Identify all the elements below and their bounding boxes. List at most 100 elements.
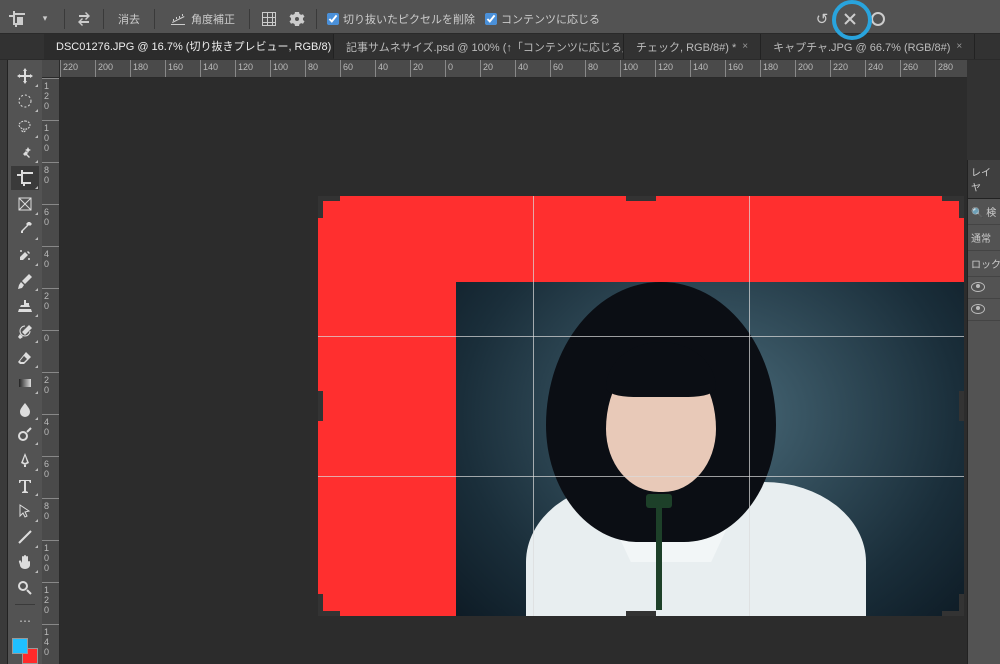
edit-toolbar-icon[interactable]: ⋯ [11, 609, 39, 633]
ratio-dropdown-icon[interactable]: ▾ [36, 10, 54, 28]
collapsed-panel-strip[interactable] [0, 60, 8, 664]
layer-row[interactable] [968, 277, 1000, 299]
crop-settings-gear-icon[interactable] [288, 10, 306, 28]
move-tool[interactable] [11, 64, 39, 88]
crop-handle-tr[interactable] [959, 196, 964, 218]
cancel-crop-icon[interactable] [841, 10, 859, 28]
crop-tool-indicator-icon[interactable] [8, 10, 26, 28]
ruler-tick: 20 [42, 288, 60, 289]
color-swatches[interactable] [12, 638, 38, 664]
ruler-origin[interactable] [42, 60, 60, 78]
clear-button[interactable]: 消去 [114, 9, 144, 29]
crop-handle-bl[interactable] [318, 594, 323, 616]
delete-cropped-checkbox[interactable]: 切り抜いたピクセルを削除 [327, 11, 475, 27]
foreground-color-swatch[interactable] [12, 638, 28, 654]
gradient-tool[interactable] [11, 371, 39, 395]
crop-handle-top[interactable] [626, 196, 656, 201]
crop-tool[interactable] [11, 166, 39, 190]
layer-search[interactable]: 🔍 検 [968, 199, 1000, 225]
content-aware-checkbox[interactable]: コンテンツに応じる [485, 11, 600, 27]
straighten-button[interactable]: 角度補正 [165, 8, 239, 30]
ruler-tick: 60 [42, 204, 60, 205]
ruler-tick: 60 [42, 456, 60, 457]
ruler-tick: 80 [585, 60, 586, 78]
clone-stamp-tool[interactable] [11, 294, 39, 318]
crop-handle-left[interactable] [318, 391, 323, 421]
ruler-tick: 0 [445, 60, 446, 78]
quick-selection-tool[interactable] [11, 141, 39, 165]
ruler-tick: 40 [515, 60, 516, 78]
ruler-tick: 40 [42, 414, 60, 415]
crop-box[interactable] [318, 196, 964, 616]
straighten-label: 角度補正 [191, 11, 235, 27]
frame-tool[interactable] [11, 192, 39, 216]
ruler-tick: 180 [760, 60, 761, 78]
crop-grid-line [318, 476, 964, 477]
overlay-grid-icon[interactable] [260, 10, 278, 28]
hand-tool[interactable] [11, 551, 39, 575]
ruler-tick: 60 [550, 60, 551, 78]
lasso-tool[interactable] [11, 115, 39, 139]
ruler-tick: 140 [200, 60, 201, 78]
reset-crop-icon[interactable]: ↺ [813, 10, 831, 28]
commit-crop-icon[interactable] [869, 10, 887, 28]
blend-mode-select[interactable]: 通常 [968, 225, 1000, 251]
brush-tool[interactable] [11, 269, 39, 293]
ruler-tick: 260 [900, 60, 901, 78]
ruler-tick: 80 [42, 498, 60, 499]
crop-handle-bottom[interactable] [626, 611, 656, 616]
line-tool[interactable] [11, 525, 39, 549]
ruler-tick: 200 [795, 60, 796, 78]
crop-grid-line [533, 196, 534, 616]
ruler-tick: 20 [480, 60, 481, 78]
crop-handle-br[interactable] [959, 594, 964, 616]
layers-tab[interactable]: レイヤ [968, 160, 1000, 199]
ruler-tick: 140 [690, 60, 691, 78]
visibility-icon[interactable] [971, 282, 985, 292]
ruler-tick: 160 [165, 60, 166, 78]
ruler-tick: 100 [620, 60, 621, 78]
path-selection-tool[interactable] [11, 499, 39, 523]
ruler-tick: 120 [655, 60, 656, 78]
ruler-tick: 140 [42, 624, 60, 625]
history-brush-tool[interactable] [11, 320, 39, 344]
ruler-tick: 220 [60, 60, 61, 78]
close-icon[interactable]: × [956, 41, 962, 52]
crop-handle-tl[interactable] [318, 196, 323, 218]
crop-options-bar: ▾ 消去 角度補正 切り抜いたピクセルを削除 コンテンツに応じる ↺ [0, 4, 1000, 34]
ruler-tick: 0 [42, 330, 60, 331]
ruler-tick: 100 [42, 120, 60, 121]
document-tab[interactable]: DSC01276.JPG @ 16.7% (切り抜きプレビュー, RGB/8) … [44, 34, 334, 59]
eyedropper-tool[interactable] [11, 218, 39, 242]
ruler-tick: 200 [95, 60, 96, 78]
dodge-tool[interactable] [11, 423, 39, 447]
healing-brush-tool[interactable] [11, 243, 39, 267]
ruler-tick: 280 [935, 60, 936, 78]
document-tab[interactable]: キャプチャ.JPG @ 66.7% (RGB/8#) × [761, 34, 975, 59]
visibility-icon[interactable] [971, 304, 985, 314]
document-tab[interactable]: 記事サムネサイズ.psd @ 100% (↑「コンテンツに応じる」に [334, 34, 624, 59]
close-icon[interactable]: × [742, 41, 748, 52]
document-tab[interactable]: チェック, RGB/8#) * × [624, 34, 761, 59]
zoom-tool[interactable] [11, 576, 39, 600]
crop-handle-right[interactable] [959, 391, 964, 421]
tab-label: DSC01276.JPG @ 16.7% (切り抜きプレビュー, RGB/8) … [56, 38, 334, 54]
ruler-tick: 100 [42, 540, 60, 541]
ruler-tick: 180 [130, 60, 131, 78]
swap-icon[interactable] [75, 10, 93, 28]
crop-grid-line [318, 336, 964, 337]
pen-tool[interactable] [11, 448, 39, 472]
eraser-tool[interactable] [11, 346, 39, 370]
blur-tool[interactable] [11, 397, 39, 421]
marquee-tool[interactable] [11, 90, 39, 114]
canvas[interactable] [60, 78, 967, 664]
horizontal-ruler[interactable]: 2202001801601401201008060402002040608010… [42, 60, 967, 78]
document-tab-bar: DSC01276.JPG @ 16.7% (切り抜きプレビュー, RGB/8) … [0, 34, 1000, 60]
ruler-tick: 160 [725, 60, 726, 78]
ruler-tick: 120 [42, 78, 60, 79]
type-tool[interactable] [11, 474, 39, 498]
vertical-ruler[interactable]: 12010080604020020406080100120140 [42, 78, 60, 664]
layer-row[interactable] [968, 299, 1000, 321]
layers-panel-collapsed[interactable]: レイヤ 🔍 検 通常 ロック [967, 160, 1000, 664]
ruler-tick: 220 [830, 60, 831, 78]
